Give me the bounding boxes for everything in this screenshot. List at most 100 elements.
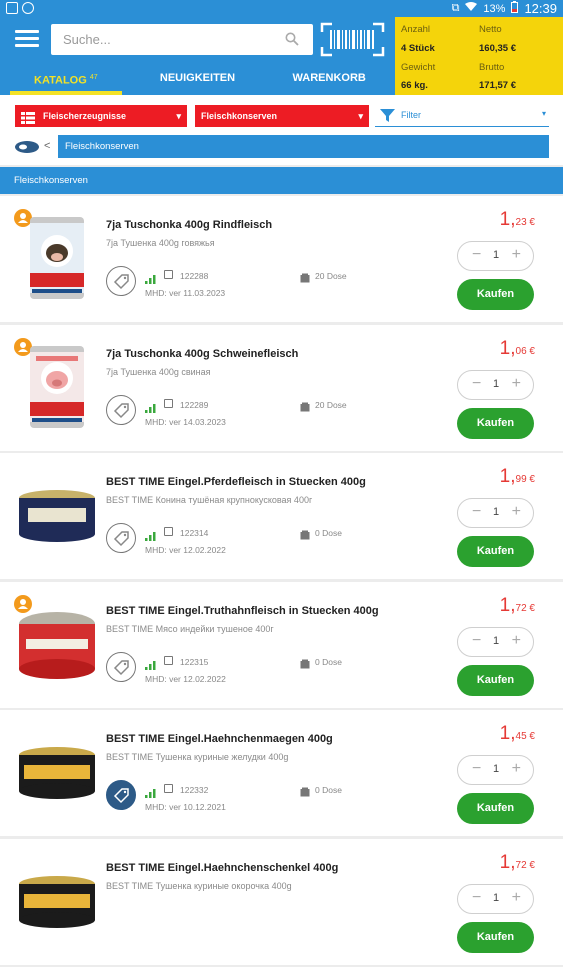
increase-button[interactable]: + [512, 246, 521, 264]
product-card[interactable]: BEST TIME Eingel.Haehnchenschenkel 400g … [0, 838, 563, 965]
quantity-stepper: − 1 + [457, 626, 534, 657]
product-pack: 0 Dose [315, 656, 342, 667]
quantity-value[interactable]: 1 [488, 635, 504, 647]
category-dropdown-label: Fleischerzeugnisse [43, 111, 127, 121]
quantity-value[interactable]: 1 [488, 378, 504, 390]
quantity-value[interactable]: 1 [488, 506, 504, 518]
brutto-value: 171,57 € [479, 80, 516, 91]
product-subname: 7ja Тушенка 400g свиная [106, 366, 211, 377]
cart-summary[interactable]: Anzahl Netto 4 Stück 160,35 € Gewicht Br… [395, 17, 563, 95]
stock-level-icon [145, 528, 157, 546]
breadcrumb[interactable]: Fleischkonserven [58, 135, 549, 158]
product-pack: 20 Dose [315, 271, 347, 281]
decrease-button[interactable]: − [472, 246, 481, 264]
sku-icon [164, 398, 173, 408]
tab-warenkorb[interactable]: WARENKORB [263, 67, 395, 95]
notification-icons [6, 2, 34, 14]
product-mhd: MHD: ver 14.03.2023 [145, 416, 226, 427]
quantity-stepper: − 1 + [457, 755, 534, 785]
buy-button[interactable]: Kaufen [457, 279, 534, 310]
clock: 12:39 [524, 1, 557, 16]
category-dropdown[interactable]: Fleischerzeugnisse ▾ [15, 105, 187, 127]
product-mhd: MHD: ver 12.02.2022 [145, 545, 226, 555]
price-tag-icon[interactable] [106, 266, 136, 296]
price-tag-icon[interactable] [106, 780, 136, 810]
price-tag-icon[interactable] [106, 523, 136, 553]
buy-button[interactable]: Kaufen [457, 536, 534, 567]
product-subname: 7ja Тушенка 400g говяжья [106, 238, 215, 248]
product-sku: 122332 [180, 785, 209, 795]
product-sku: 122289 [180, 399, 209, 410]
product-image[interactable] [18, 856, 96, 946]
package-icon [300, 656, 310, 674]
product-card[interactable]: BEST TIME Eingel.Pferdefleisch in Stueck… [0, 453, 563, 579]
anzahl-label: Anzahl [401, 24, 431, 35]
quantity-value[interactable]: 1 [488, 249, 504, 261]
product-card[interactable]: BEST TIME Eingel.Truthahnfleisch in Stue… [0, 581, 563, 708]
product-name: BEST TIME Eingel.Haehnchenmaegen 400g [106, 733, 333, 745]
stock-level-icon [145, 657, 157, 675]
stock-level-icon [145, 400, 157, 418]
increase-button[interactable]: + [512, 632, 521, 650]
increase-button[interactable]: + [512, 889, 521, 907]
decrease-button[interactable]: − [472, 503, 481, 521]
app-notification-icon [22, 2, 34, 14]
decrease-button[interactable]: − [472, 760, 481, 778]
breadcrumb-back[interactable]: < [44, 140, 50, 152]
decrease-button[interactable]: − [472, 375, 481, 393]
product-image[interactable] [18, 342, 96, 432]
chevron-down-icon: ▾ [541, 109, 546, 118]
increase-button[interactable]: + [512, 760, 521, 778]
buy-button[interactable]: Kaufen [457, 793, 534, 824]
product-subname: BEST TIME Мясо индейки тушеное 400г [106, 623, 274, 634]
buy-button[interactable]: Kaufen [457, 407, 534, 439]
gewicht-value: 66 kg. [401, 80, 428, 91]
menu-icon[interactable] [15, 30, 39, 48]
product-sku: 122314 [180, 528, 209, 538]
decrease-button[interactable]: − [472, 889, 481, 907]
product-image[interactable] [18, 599, 96, 689]
search-input[interactable] [51, 24, 271, 55]
decrease-button[interactable]: − [472, 632, 481, 650]
battery-icon [511, 1, 519, 16]
increase-button[interactable]: + [512, 375, 521, 393]
buy-button[interactable]: Kaufen [457, 921, 534, 953]
search-icon[interactable] [285, 32, 299, 51]
product-subname: BEST TIME Конина тушёная крупнокусковая … [106, 495, 313, 505]
product-image[interactable] [18, 213, 96, 303]
subcategory-dropdown[interactable]: Fleischkonserven ▾ [195, 105, 369, 127]
main-tabs: KATALOG 47 NEUIGKEITEN WARENKORB [0, 67, 395, 95]
product-name: BEST TIME Eingel.Haehnchenschenkel 400g [106, 861, 339, 874]
quantity-stepper: − 1 + [457, 498, 534, 528]
stock-level-icon [145, 271, 157, 289]
quantity-stepper: − 1 + [457, 369, 534, 400]
product-pack: 0 Dose [315, 785, 342, 795]
price-tag-icon[interactable] [106, 394, 136, 425]
netto-label: Netto [479, 24, 502, 35]
product-card[interactable]: 7ja Tuschonka 400g Schweinefleisch 7ja Т… [0, 324, 563, 451]
quantity-value[interactable]: 1 [488, 892, 504, 904]
price-tag-icon[interactable] [106, 651, 136, 682]
section-header: Fleischkonserven [0, 167, 563, 194]
package-icon [300, 784, 310, 802]
quantity-stepper: − 1 + [457, 883, 534, 914]
gallery-notification-icon [6, 2, 18, 14]
filter-area: Fleischerzeugnisse ▾ Fleischkonserven ▾ … [0, 95, 563, 165]
buy-button[interactable]: Kaufen [457, 664, 534, 696]
increase-button[interactable]: + [512, 503, 521, 521]
product-price: 1,23 € [499, 209, 535, 230]
quantity-value[interactable]: 1 [488, 763, 504, 775]
product-subname: BEST TIME Тушенка куриные окорочка 400g [106, 880, 292, 891]
barcode-scan-icon[interactable] [320, 22, 385, 57]
product-card[interactable]: 7ja Tuschonka 400g Rindfleisch 7ja Тушен… [0, 196, 563, 322]
product-name: BEST TIME Eingel.Pferdefleisch in Stueck… [106, 476, 366, 488]
tab-katalog[interactable]: KATALOG 47 [0, 67, 132, 95]
gewicht-label: Gewicht [401, 62, 436, 73]
product-image[interactable] [18, 470, 96, 560]
filter-dropdown[interactable]: Filter ▾ [375, 105, 549, 127]
product-name: 7ja Tuschonka 400g Rindfleisch [106, 219, 273, 231]
product-card[interactable]: BEST TIME Eingel.Haehnchenmaegen 400g BE… [0, 710, 563, 836]
product-image[interactable] [18, 727, 96, 817]
product-price: 1,72 € [499, 851, 535, 873]
tab-neuigkeiten[interactable]: NEUIGKEITEN [132, 67, 264, 95]
